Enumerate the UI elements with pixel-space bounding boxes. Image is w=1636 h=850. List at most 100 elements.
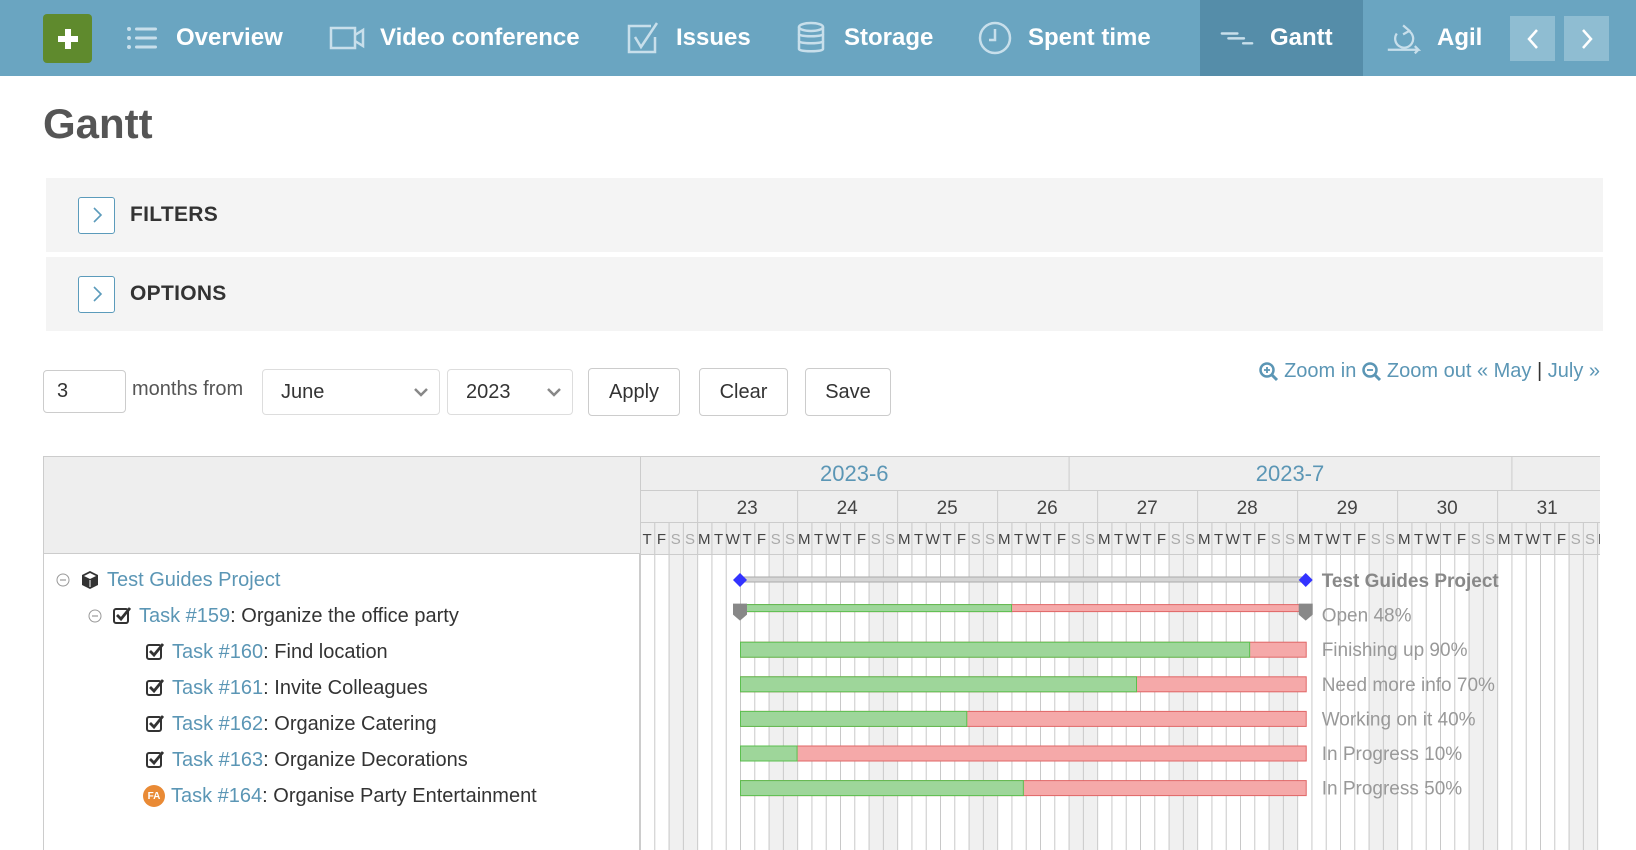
task-checkbox-icon [146,679,165,696]
task-link[interactable]: Task #159 [139,605,230,628]
task-bar-done [740,745,798,762]
week-number: 31 [1537,498,1558,519]
day-column [1025,554,1040,850]
task-link[interactable]: Task #163 [172,749,263,772]
nav-video-conference[interactable]: Video conference [328,0,580,76]
nav-gantt-label: Gantt [1270,24,1333,51]
day-column [1468,554,1483,850]
project-link[interactable]: Test Guides Project [107,569,280,592]
task-link[interactable]: Task #160 [172,641,263,664]
chevron-right-icon [92,286,102,302]
collapse-icon[interactable] [56,573,70,587]
zoom-out-icon[interactable] [1362,361,1382,382]
zoom-in-icon[interactable] [1259,361,1279,382]
options-label: OPTIONS [130,282,227,305]
day-letter: T [1414,531,1423,548]
task-subject: : Invite Colleagues [263,676,428,699]
day-column [654,554,669,850]
day-column [1054,554,1069,850]
day-letter: T [1114,531,1123,548]
previous-month-link[interactable]: « May [1477,360,1531,383]
task-bar-done [740,710,968,727]
nav-spent-time[interactable]: Spent time [976,0,1151,76]
next-month-link[interactable]: July » [1548,360,1600,383]
year-select[interactable]: 2023 [447,369,573,415]
month-select-value: June [281,380,325,403]
nav-agile[interactable]: Agil [1385,0,1482,76]
nav-issues[interactable]: Issues [624,0,751,76]
day-letter: T [1143,531,1152,548]
task-bar-label: Open 48% [1322,606,1412,627]
day-column [682,554,698,850]
save-button[interactable]: Save [805,368,891,416]
day-column [1325,554,1340,850]
day-letter: M [898,531,911,548]
task-link[interactable]: Task #164 [171,785,262,808]
day-column [1097,554,1112,850]
filters-toggle-button[interactable] [78,196,115,234]
day-letter: M [1198,531,1211,548]
task-subject: : Organize the office party [230,604,459,627]
day-column [982,554,998,850]
day-column [1282,554,1298,850]
zoom-navigation: Zoom in Zoom out « May | July » [1259,360,1600,383]
nav-gantt[interactable]: Gantt [1200,0,1363,76]
day-letter: F [1457,531,1466,548]
day-letter: F [857,531,866,548]
day-column [1497,554,1512,850]
project-box-icon [82,571,98,589]
day-column [1354,554,1369,850]
add-button[interactable] [43,14,92,63]
day-column [782,554,798,850]
day-column [725,554,740,850]
day-column [925,554,940,850]
nav-scroll-left-button[interactable] [1510,16,1555,61]
filters-section[interactable]: FILTERS [46,178,1603,252]
day-column [1511,554,1526,850]
day-column [1268,554,1283,850]
apply-button[interactable]: Apply [588,368,680,416]
options-section[interactable]: OPTIONS [46,257,1603,331]
day-letter: M [1498,531,1511,548]
nav-overview[interactable]: Overview [124,0,283,76]
day-column [1011,554,1026,850]
nav-storage[interactable]: Storage [792,0,933,76]
zoom-in-link[interactable]: Zoom in [1284,360,1356,383]
gantt-row-task: Task #160: Find location [145,634,388,670]
day-column [1111,554,1126,850]
day-column [711,554,726,850]
plus-icon [57,28,78,49]
task-bar-label: Need more info 70% [1322,675,1495,696]
list-icon [124,21,162,55]
options-toggle-button[interactable] [78,275,115,313]
collapse-icon[interactable] [88,609,102,623]
task-subject: : Organize Decorations [263,748,468,771]
chevron-down-icon [547,388,561,397]
day-column [840,554,855,850]
day-letter: T [814,531,823,548]
day-column [911,554,926,850]
gantt-icon [1218,21,1256,55]
day-column [1168,554,1183,850]
task-link[interactable]: Task #161 [172,677,263,700]
day-letter: T [1243,531,1252,548]
nav-issues-label: Issues [676,24,751,51]
task-bar-label: Finishing up 90% [1322,640,1468,661]
day-column [1482,554,1498,850]
month-select[interactable]: June [262,369,440,415]
day-column [1182,554,1198,850]
day-column [1225,554,1240,850]
nav-scroll-right-button[interactable] [1564,16,1609,61]
task-link[interactable]: Task #162 [172,713,263,736]
day-column [997,554,1012,850]
nav-video-conference-label: Video conference [380,24,580,51]
task-checkbox-icon [113,607,132,624]
zoom-out-link[interactable]: Zoom out [1387,360,1471,383]
clear-button[interactable]: Clear [699,368,788,416]
day-letter: S [1185,531,1195,548]
months-input[interactable]: 3 [43,370,126,413]
task-checkbox-icon [146,715,165,732]
day-column [797,554,812,850]
day-letter: T [1014,531,1023,548]
task-checkbox-icon [146,643,165,660]
